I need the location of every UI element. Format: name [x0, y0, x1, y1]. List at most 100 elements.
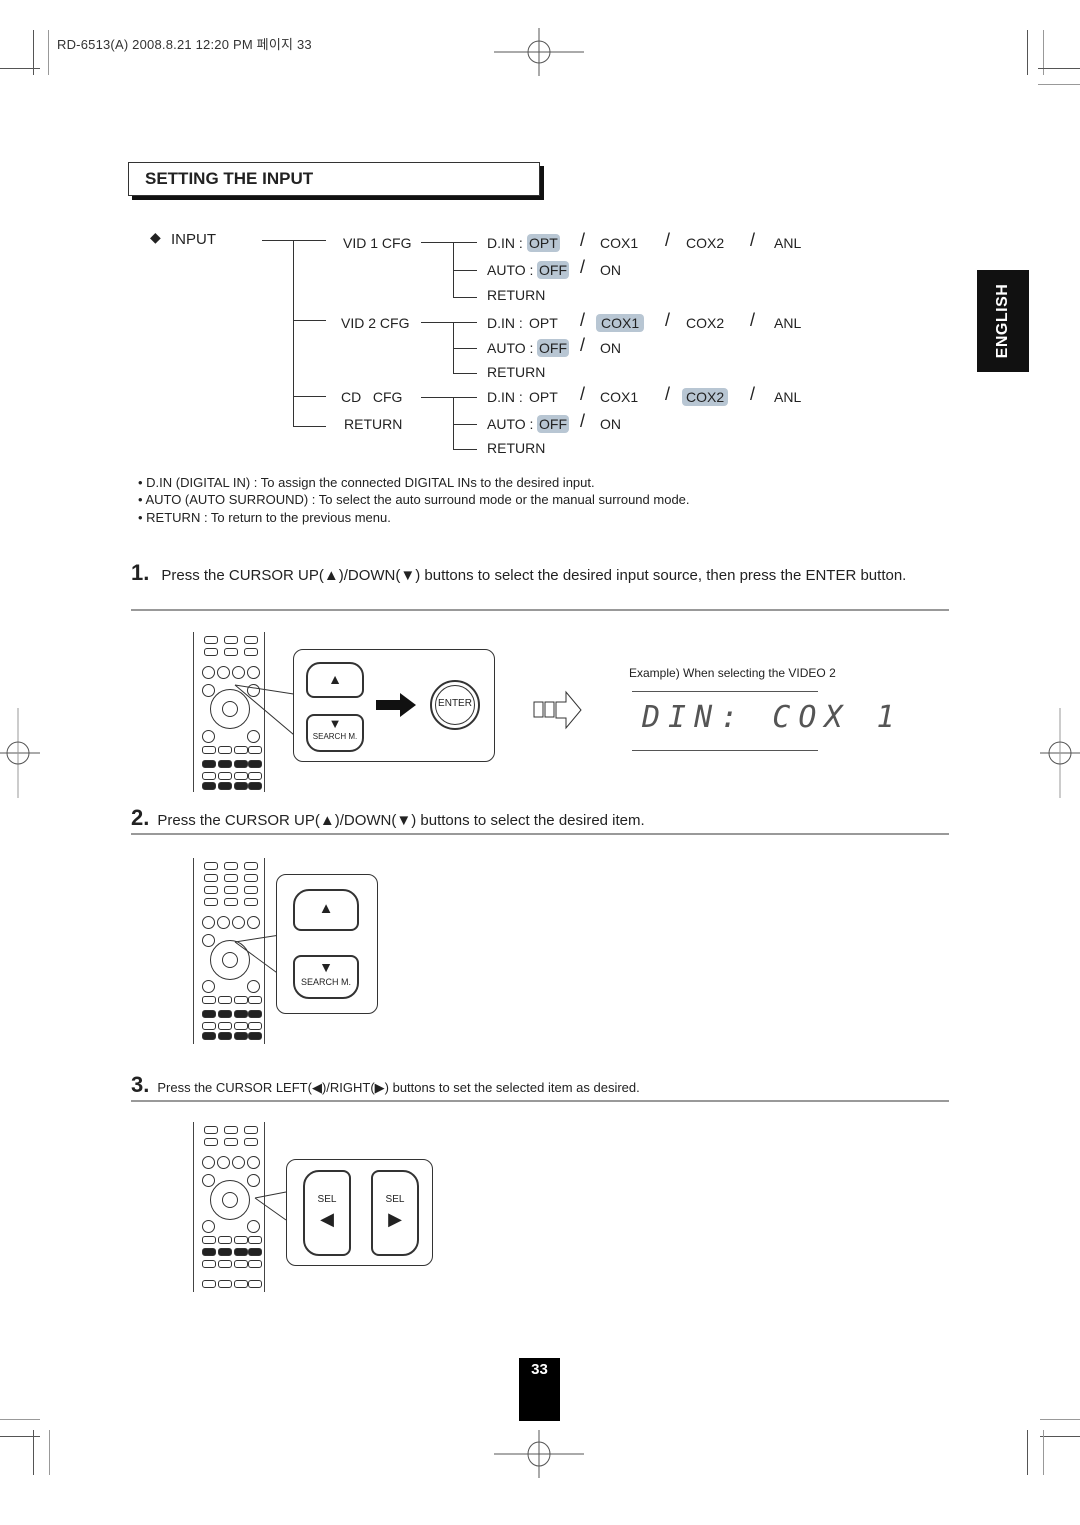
tree-connector: [453, 322, 454, 374]
din-option-anl: ANL: [774, 389, 802, 405]
separator: /: [580, 335, 586, 355]
tree-connector: [421, 322, 477, 323]
divider: [131, 833, 949, 835]
tree-connector: [421, 242, 477, 243]
callout-left-right: SEL ◀ SEL ▶: [286, 1159, 433, 1266]
enter-label: ENTER: [438, 698, 472, 709]
registration-mark-bottom: [494, 1430, 584, 1478]
separator: /: [665, 384, 671, 404]
sel-label: SEL: [317, 1194, 337, 1205]
auto-label: AUTO :: [487, 340, 534, 356]
search-mode-label: SEARCH M.: [300, 977, 351, 987]
auto-option-off-selected: OFF: [537, 261, 569, 279]
lcd-display: DIN: COX 1: [642, 700, 903, 735]
tree-connector: [453, 397, 454, 450]
down-arrow-icon: ▼: [328, 716, 342, 731]
auto-option-off-selected: OFF: [537, 339, 569, 357]
step-text: Press the CURSOR UP(▲)/DOWN(▼) buttons t…: [161, 567, 907, 584]
crop-mark: [1027, 30, 1028, 75]
crop-mark: [49, 1430, 50, 1475]
display-arrow-icon: [533, 690, 582, 730]
din-option-cox1: COX1: [600, 389, 639, 405]
din-label: D.IN :: [487, 389, 523, 405]
auto-label: AUTO :: [487, 262, 534, 278]
print-header: RD-6513(A) 2008.8.21 12:20 PM 페이지 33: [57, 37, 312, 52]
return-item: RETURN: [487, 287, 546, 303]
step-3: 3. Press the CURSOR LEFT(◀)/RIGHT(▶) butt…: [131, 1072, 931, 1098]
language-tab: ENGLISH: [977, 270, 1029, 372]
din-option-cox1-selected: COX1: [596, 314, 645, 332]
separator: /: [750, 310, 756, 330]
din-label: D.IN :: [487, 235, 523, 251]
crop-mark: [1043, 1430, 1044, 1475]
right-arrow-icon: [376, 693, 416, 717]
enter-button: ENTER: [430, 680, 480, 730]
crop-mark: [0, 1436, 40, 1437]
din-option-cox2-selected: COX2: [682, 388, 729, 406]
tree-connector: [293, 320, 326, 321]
crop-mark: [33, 1430, 34, 1475]
tree-connector: [453, 297, 477, 298]
separator: /: [580, 411, 586, 431]
separator: /: [580, 257, 586, 277]
crop-mark: [1038, 68, 1080, 69]
din-option-opt-selected: OPT: [527, 234, 560, 252]
divider: [131, 609, 949, 611]
step-1: 1. Press the CURSOR UP(▲)/DOWN(▼) buttons…: [131, 560, 931, 586]
crop-mark: [1038, 84, 1080, 85]
tree-connector: [293, 240, 294, 426]
tree-connector: [293, 426, 326, 427]
auto-option-off-selected: OFF: [537, 415, 569, 433]
registration-mark-top: [494, 28, 584, 76]
crop-mark: [1040, 1436, 1080, 1437]
callout-pointer: [254, 1191, 287, 1221]
crop-mark: [48, 30, 49, 75]
note-return: • RETURN : To return to the previous men…: [138, 510, 391, 525]
section-title: SETTING THE INPUT: [145, 169, 314, 188]
note-auto: • AUTO (AUTO SURROUND) : To select the a…: [138, 492, 690, 507]
auto-option-on: ON: [600, 262, 621, 278]
step-text: Press the CURSOR LEFT(◀)/RIGHT(▶) button…: [157, 1080, 640, 1095]
up-arrow-icon: ▲: [328, 671, 342, 687]
step-text: Press the CURSOR UP(▲)/DOWN(▼) buttons t…: [157, 812, 645, 829]
separator: /: [665, 230, 671, 250]
tree-connector: [293, 396, 326, 397]
diamond-icon: ◆: [150, 229, 161, 245]
tree-branch-vid1: VID 1 CFG: [343, 235, 412, 251]
example-caption: Example) When selecting the VIDEO 2: [629, 666, 836, 680]
step-number: 3.: [131, 1072, 150, 1097]
tree-connector: [421, 397, 477, 398]
auto-label: AUTO :: [487, 416, 534, 432]
up-arrow-icon: ▲: [318, 900, 334, 917]
cursor-up-button: ▲: [293, 889, 359, 931]
tree-connector: [453, 242, 454, 298]
callout-up-down: ▲ ▼ SEARCH M.: [276, 874, 378, 1014]
tree-connector: [453, 424, 477, 425]
sel-label: SEL: [385, 1194, 405, 1205]
registration-mark-left: [0, 708, 40, 798]
separator: /: [750, 230, 756, 250]
tree-branch-cd: CD CFG: [341, 389, 403, 405]
search-mode-label: SEARCH M.: [312, 732, 358, 741]
crop-mark: [1027, 1430, 1028, 1475]
tree-branch-vid2: VID 2 CFG: [341, 315, 410, 331]
din-option-cox2: COX2: [686, 235, 725, 251]
auto-option-on: ON: [600, 416, 621, 432]
crop-mark: [1040, 1419, 1080, 1420]
divider: [131, 1100, 949, 1102]
din-option-anl: ANL: [774, 315, 802, 331]
callout-up-down-enter: ▲ ▼ SEARCH M. ENTER: [293, 649, 495, 762]
note-din: • D.IN (DIGITAL IN) : To assign the conn…: [138, 475, 595, 490]
din-option-opt: OPT: [529, 315, 558, 331]
step-number: 1.: [131, 560, 150, 585]
return-item: RETURN: [487, 364, 546, 380]
din-option-opt: OPT: [529, 389, 558, 405]
lcd-rule-bottom: [632, 750, 818, 751]
din-option-anl: ANL: [774, 235, 802, 251]
lcd-rule-top: [632, 691, 818, 692]
auto-option-on: ON: [600, 340, 621, 356]
registration-mark-right: [1040, 708, 1080, 798]
separator: /: [580, 310, 586, 330]
right-arrow-icon: ▶: [388, 1209, 402, 1229]
separator: /: [750, 384, 756, 404]
